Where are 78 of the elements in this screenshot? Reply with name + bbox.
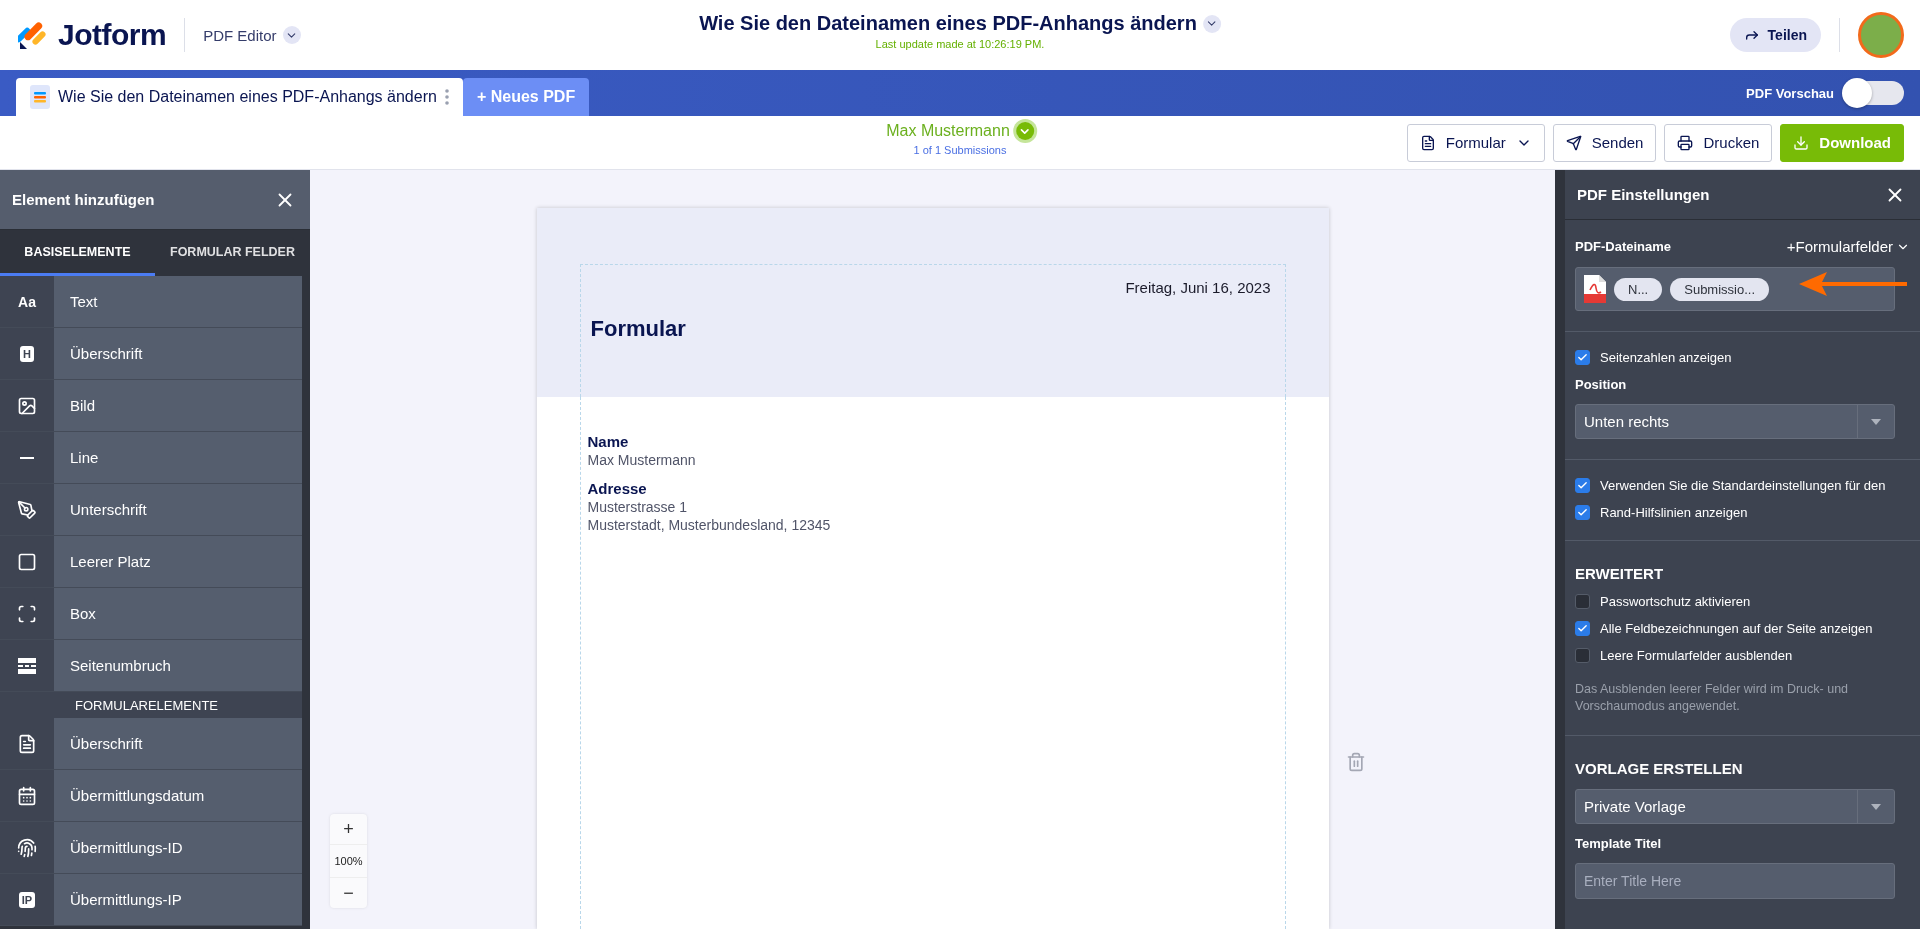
corners-icon [17, 603, 37, 624]
element-icon: H [20, 345, 34, 362]
section-heading: FORMULARELEMENTE [0, 692, 302, 718]
position-select[interactable]: Unten rechts [1575, 404, 1895, 439]
checkmark-icon [1577, 352, 1588, 363]
zoom-level: 100% [330, 844, 367, 878]
checkmark-icon [1577, 507, 1588, 518]
checkbox[interactable] [1575, 505, 1590, 520]
checkbox[interactable] [1575, 648, 1590, 663]
checkbox[interactable] [1575, 478, 1590, 493]
section-heading: ERWEITERT [1575, 565, 1665, 582]
section-heading: VORLAGE ERSTELLEN [1575, 760, 1744, 777]
send-icon [1565, 134, 1582, 151]
template-title-input[interactable]: Enter Title Here [1575, 863, 1895, 899]
toolbar-button[interactable]: Formular [1406, 123, 1545, 162]
toolbar-button[interactable]: Drucken [1664, 123, 1773, 162]
last-update-text: Last update made at 10:26:19 PM. [875, 38, 1045, 50]
template-select[interactable]: Private Vorlage [1575, 789, 1895, 824]
field-label: Template Titel [1575, 836, 1663, 851]
field-chip[interactable]: Submissio... [1670, 277, 1770, 301]
document-tab[interactable]: Wie Sie den Dateinamen eines PDF-Anhangs ändern [16, 78, 463, 116]
element-icon: IP [18, 891, 36, 908]
page-break-icon [17, 657, 37, 674]
product-name[interactable]: PDF Editor [203, 26, 277, 44]
checkbox-label: Seitenzahlen anzeigen [1600, 350, 1732, 365]
printer-icon [1677, 134, 1694, 151]
more-icon[interactable] [444, 89, 449, 105]
checkbox-label: Rand-Hilfslinien anzeigen [1600, 505, 1748, 520]
panel-title: Element hinzufügen [12, 191, 155, 208]
avatar[interactable] [1858, 12, 1904, 58]
pen-icon [17, 499, 37, 520]
pdf-file-icon [1584, 275, 1606, 303]
document-icon [17, 733, 37, 754]
logo-icon [18, 20, 48, 50]
checkbox[interactable] [1575, 350, 1590, 365]
zoom-out-button[interactable]: − [330, 878, 367, 908]
checkbox-label: Alle Feldbezeichnungen auf der Seite anzeigen [1600, 621, 1873, 636]
field-value: Max Mustermann [587, 452, 697, 468]
calendar-icon [17, 785, 37, 806]
toolbar-button[interactable]: Senden [1552, 123, 1657, 162]
document-icon [1419, 134, 1436, 151]
checkbox[interactable] [1575, 621, 1590, 636]
checkbox-label: Verwenden Sie die Standardeinstellungen für den [1600, 478, 1886, 493]
dropdown-arrow-icon [1871, 418, 1881, 425]
chevron-icon[interactable] [1202, 14, 1221, 33]
square-icon [17, 551, 37, 572]
field-value: Musterstadt, Musterbundesland, 12345 [587, 517, 832, 533]
zoom-in-button[interactable]: + [330, 814, 367, 844]
field-label: Name [587, 433, 630, 450]
fingerprint-icon [17, 837, 37, 858]
field-value: Musterstrasse 1 [587, 499, 689, 515]
checkbox[interactable] [1575, 594, 1590, 609]
checkmark-icon [1577, 480, 1588, 491]
form-title: Formular [590, 316, 687, 342]
image-icon [17, 395, 37, 416]
line-icon [20, 456, 34, 459]
document-title: Wie Sie den Dateinamen eines PDF-Anhangs ändern [699, 12, 1197, 35]
panel-title: PDF Einstellungen [1577, 186, 1710, 203]
add-fields-link[interactable]: +Formularfelder [1786, 238, 1910, 255]
document-date: Freitag, Juni 16, 2023 [1125, 279, 1271, 296]
chevron-icon[interactable] [282, 26, 301, 44]
preview-toggle-label: PDF Vorschau [1746, 85, 1834, 101]
field-label: Adresse [587, 480, 648, 497]
document-icon [30, 85, 50, 109]
share-button[interactable]: Teilen [1729, 18, 1821, 52]
filename-field[interactable]: N... Submissio... [1575, 267, 1895, 311]
submission-count[interactable]: 1 of 1 Submissions [913, 144, 1007, 156]
checkbox-label: Passwortschutz aktivieren [1600, 594, 1751, 609]
dropdown-arrow-icon [1871, 803, 1881, 810]
checkmark-icon [1577, 623, 1588, 634]
element-icon: Aa [18, 293, 36, 310]
help-text: Das Ausblenden leerer Felder wird im Druck- und Vorschaumodus angewendet. [1575, 681, 1850, 715]
field-label: PDF-Dateiname [1575, 239, 1672, 254]
checkbox-label: Leere Formularfelder ausblenden [1600, 648, 1793, 663]
download-icon [1793, 134, 1810, 151]
field-chip[interactable]: N... [1614, 277, 1663, 301]
logo-text: Jotform [58, 18, 167, 52]
field-label: Position [1575, 377, 1628, 392]
